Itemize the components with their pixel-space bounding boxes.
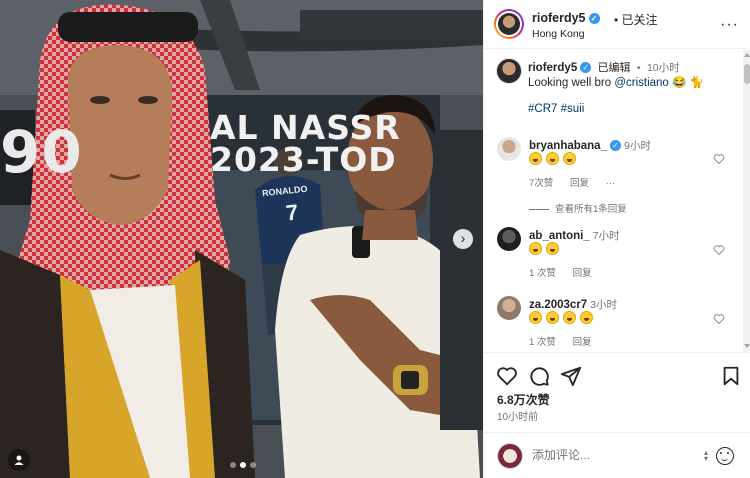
comment-emojis [529, 152, 580, 165]
divider [529, 208, 549, 210]
comment-avatar[interactable] [497, 227, 521, 251]
comment-avatar[interactable] [497, 137, 521, 161]
verified-badge-icon: ✓ [580, 62, 592, 74]
comment-likes[interactable]: 1 次赞 [529, 337, 556, 348]
banner-number: 90 [0, 118, 83, 186]
caption-text-body: Looking well bro [528, 77, 615, 89]
view-replies-label[interactable]: 查看所有1条回复 [555, 204, 627, 215]
laughing-emoji-icon [563, 311, 576, 324]
likes-count[interactable]: 6.8万次赞 [497, 391, 550, 408]
heart-icon[interactable] [496, 365, 518, 387]
comment-emojis [529, 242, 563, 255]
laughing-emoji-icon [529, 152, 542, 165]
add-comment-bar: ▴▾ [484, 432, 750, 478]
comment-username[interactable]: ab_antoni_ [529, 230, 590, 242]
scroll-down-icon[interactable] [744, 344, 750, 348]
author-username-row: rioferdy5 ✓ [532, 11, 600, 25]
hashtag-link[interactable]: #CR7 [528, 103, 557, 115]
comment-time: 7小时 [592, 230, 620, 242]
reply-button[interactable]: 回复 [570, 178, 589, 189]
post-actions: 6.8万次赞 10小时前 [484, 352, 750, 432]
comment-likes[interactable]: 7次赞 [529, 178, 553, 189]
hashtags: #CR7 #suii [528, 103, 584, 115]
caption-avatar[interactable] [496, 58, 522, 84]
separator: • [614, 13, 619, 27]
laughing-emoji-icon [529, 242, 542, 255]
edited-label: 已编辑 [597, 62, 631, 74]
chevron-right-icon[interactable]: › [453, 229, 473, 249]
comment-heart-icon[interactable] [713, 244, 725, 256]
follow-status[interactable]: • 已关注 [614, 11, 658, 28]
caption-emojis: 😂 🐈 [668, 77, 704, 89]
verified-badge-icon: ✓ [588, 13, 600, 25]
comments-list[interactable]: rioferdy5 ✓ 已编辑 • 10小时 Looking well bro @… [484, 50, 743, 352]
post-side-panel: rioferdy5 ✓ • 已关注 Hong Kong ··· rioferdy5… [483, 0, 750, 478]
comment-header: bryanhabana_ ✓ 9小时 [529, 138, 651, 153]
carousel-indicator [230, 462, 256, 468]
comment-time: 9小时 [623, 140, 651, 152]
comment-likes[interactable]: 1 次赞 [529, 268, 556, 279]
comment-emojis [529, 311, 597, 324]
laughing-emoji-icon [580, 311, 593, 324]
carousel-dot-active [240, 462, 246, 468]
carousel-dot [230, 462, 236, 468]
comment-meta: 7次赞 回复 ··· [529, 175, 629, 189]
comment-time: 3小时 [590, 299, 618, 311]
separator: • [636, 62, 641, 74]
laughing-emoji-icon [546, 152, 559, 165]
comment-avatar[interactable] [497, 296, 521, 320]
post-photo[interactable]: 90 AL NASSR 2023-TOD RONALDO 7 › [0, 0, 483, 478]
input-spinner-icon[interactable]: ▴ ▾ [704, 449, 708, 463]
hashtag-link[interactable]: #suii [561, 103, 585, 115]
scroll-up-icon[interactable] [744, 53, 750, 57]
caption-header: rioferdy5 ✓ 已编辑 • 10小时 [528, 59, 680, 75]
comment-more-icon[interactable]: ··· [606, 178, 616, 189]
scrollbar-thumb[interactable] [744, 64, 750, 84]
comment-icon[interactable] [528, 365, 550, 387]
bookmark-icon[interactable] [720, 365, 742, 387]
laughing-emoji-icon [529, 311, 542, 324]
post-time: 10小时前 [497, 412, 539, 423]
current-user-avatar [497, 443, 523, 469]
comment-meta: 1 次赞 回复 [529, 334, 606, 348]
comment-username[interactable]: bryanhabana_ [529, 140, 607, 152]
comment-input[interactable] [532, 448, 692, 462]
caption-time: 10小时 [646, 62, 680, 74]
send-icon[interactable] [560, 365, 582, 387]
smiley-icon[interactable] [716, 447, 734, 465]
post-header: rioferdy5 ✓ • 已关注 Hong Kong ··· [484, 0, 750, 49]
follow-button[interactable]: 已关注 [622, 13, 658, 27]
caption-text: Looking well bro @cristiano 😂 🐈 [528, 75, 704, 89]
laughing-emoji-icon [546, 311, 559, 324]
verified-badge-icon: ✓ [609, 140, 621, 152]
comment-header: ab_antoni_ 7小时 [529, 228, 620, 243]
comment-heart-icon[interactable] [713, 153, 725, 165]
carousel-dot [250, 462, 256, 468]
mention-link[interactable]: @cristiano [614, 77, 669, 89]
caption-username[interactable]: rioferdy5 [528, 62, 577, 74]
reply-button[interactable]: 回复 [573, 268, 592, 279]
comments-scrollbar[interactable] [743, 50, 750, 352]
comment-header: za.2003cr7 3小时 [529, 297, 617, 312]
view-replies[interactable]: 查看所有1条回复 [529, 201, 641, 215]
reply-button[interactable]: 回复 [573, 337, 592, 348]
comment-meta: 1 次赞 回复 [529, 265, 606, 279]
jersey-number: 7 [284, 199, 300, 226]
banner-subtitle: 2023-TOD [210, 140, 397, 179]
comment-heart-icon[interactable] [713, 313, 725, 325]
photo-illustration [0, 0, 483, 478]
comment-username[interactable]: za.2003cr7 [529, 299, 587, 311]
laughing-emoji-icon [563, 152, 576, 165]
laughing-emoji-icon [546, 242, 559, 255]
person-tag-icon[interactable] [8, 449, 30, 471]
author-avatar[interactable] [494, 9, 524, 39]
post-location[interactable]: Hong Kong [532, 28, 585, 40]
more-options-icon[interactable]: ··· [720, 16, 739, 34]
author-username[interactable]: rioferdy5 [532, 11, 586, 25]
